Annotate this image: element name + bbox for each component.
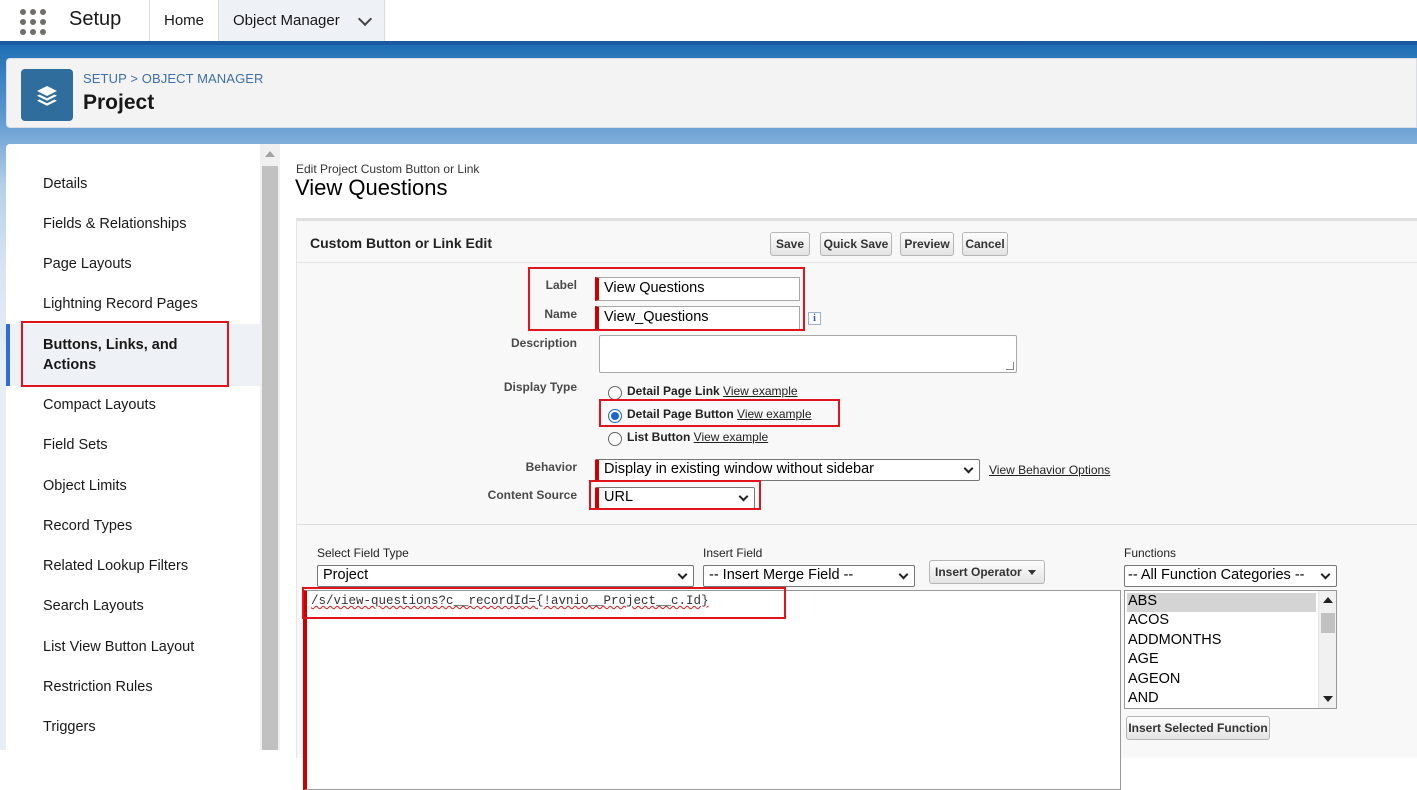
breadcrumb-separator: > [130, 71, 139, 86]
description-field-label: Description [510, 336, 577, 350]
display-type-option-detail-page-link: Detail Page Link View example [627, 384, 798, 398]
sidebar-item-page-layouts[interactable]: Page Layouts [43, 256, 132, 272]
field-type-value: Project [323, 567, 369, 583]
highlight-box-content-source [589, 480, 761, 510]
tab-home[interactable]: Home [150, 0, 218, 41]
active-item-indicator [6, 324, 10, 386]
caret-down-icon [1028, 570, 1036, 575]
behavior-select[interactable]: Display in existing window without sideb… [595, 459, 980, 481]
function-category-select[interactable]: -- All Function Categories -- [1124, 565, 1337, 587]
behavior-label: Behavior [525, 460, 577, 474]
app-name: Setup [69, 8, 122, 30]
object-sidebar: Details Fields & Relationships Page Layo… [6, 144, 260, 750]
global-header: Setup Home Object Manager [0, 0, 1417, 42]
view-example-link[interactable]: View example [694, 430, 768, 444]
sidebar-item-record-types[interactable]: Record Types [43, 518, 132, 534]
view-behavior-options-link[interactable]: View Behavior Options [989, 463, 1110, 477]
insert-operator-button[interactable]: Insert Operator [929, 560, 1045, 584]
functions-listbox[interactable]: ABS ACOS ADDMONTHS AGE AGEON AND [1124, 590, 1337, 709]
sidebar-item-object-limits[interactable]: Object Limits [43, 478, 127, 494]
tab-object-manager[interactable]: Object Manager [218, 0, 385, 41]
behavior-value: Display in existing window without sideb… [604, 461, 874, 477]
sidebar-item-restriction-rules[interactable]: Restriction Rules [43, 679, 153, 695]
function-option-addmonths[interactable]: ADDMONTHS [1127, 632, 1316, 651]
record-title: View Questions [295, 175, 448, 200]
breadcrumb-object-manager[interactable]: OBJECT MANAGER [142, 71, 264, 86]
formula-editor[interactable]: /s/view-questions?c__recordId={!avnio__P… [303, 590, 1121, 790]
chevron-down-icon [898, 569, 909, 580]
cancel-button[interactable]: Cancel [962, 232, 1008, 256]
option-label: List Button [627, 430, 691, 444]
section-divider [297, 524, 1417, 525]
function-option-ageon[interactable]: AGEON [1127, 671, 1316, 690]
insert-field-label: Insert Field [703, 546, 763, 560]
scroll-down-arrow-icon[interactable] [1323, 696, 1333, 702]
highlight-box-display-type [599, 399, 840, 427]
display-type-option-list-button: List Button View example [627, 430, 768, 444]
page-title: Project [83, 91, 155, 114]
view-example-link[interactable]: View example [723, 384, 797, 398]
save-button[interactable]: Save [770, 232, 810, 256]
sidebar-item-list-view-button-layout[interactable]: List View Button Layout [43, 639, 194, 655]
chevron-down-icon [963, 463, 974, 474]
sidebar-item-search-layouts[interactable]: Search Layouts [43, 598, 144, 614]
function-category-value: -- All Function Categories -- [1128, 567, 1305, 583]
insert-operator-label: Insert Operator [935, 565, 1022, 579]
panel-title: Custom Button or Link Edit [310, 235, 492, 251]
preview-button[interactable]: Preview [900, 232, 954, 256]
scroll-up-arrow-icon[interactable] [1323, 597, 1333, 603]
display-type-label: Display Type [503, 380, 577, 394]
breadcrumb: SETUP > OBJECT MANAGER [83, 71, 264, 86]
sidebar-item-lightning-record-pages[interactable]: Lightning Record Pages [43, 296, 198, 312]
function-option-and[interactable]: AND [1127, 690, 1316, 708]
resize-handle-icon[interactable] [1006, 362, 1014, 370]
panel-divider [297, 262, 1417, 263]
object-layers-icon [21, 69, 73, 121]
option-label: Detail Page Link [627, 384, 720, 398]
breadcrumb-setup[interactable]: SETUP [83, 71, 127, 86]
description-textarea[interactable] [599, 335, 1017, 373]
sidebar-scrollbar[interactable] [260, 144, 280, 750]
main-content: Edit Project Custom Button or Link View … [280, 144, 1417, 790]
listbox-scrollbar[interactable] [1318, 591, 1336, 708]
tab-object-manager-label: Object Manager [233, 12, 340, 29]
function-option-acos[interactable]: ACOS [1127, 612, 1316, 631]
sidebar-item-fields-relationships[interactable]: Fields & Relationships [43, 216, 186, 232]
edit-panel: Custom Button or Link Edit Save Quick Sa… [296, 218, 1417, 790]
radio-detail-page-link[interactable] [608, 386, 622, 400]
highlight-box-sidebar-item [21, 321, 229, 387]
page-subtitle: Edit Project Custom Button or Link [296, 162, 480, 176]
functions-label: Functions [1124, 546, 1177, 560]
app-launcher-icon[interactable] [19, 8, 46, 35]
radio-list-button[interactable] [608, 432, 622, 446]
chevron-down-icon [1320, 569, 1331, 580]
info-icon[interactable]: i [808, 312, 821, 325]
quick-save-button[interactable]: Quick Save [820, 232, 892, 256]
chevron-down-icon[interactable] [357, 11, 373, 27]
select-field-type-label: Select Field Type [317, 546, 409, 560]
insert-field-value: -- Insert Merge Field -- [709, 567, 854, 583]
object-header: SETUP > OBJECT MANAGER Project [6, 58, 1417, 128]
chevron-down-icon [677, 569, 688, 580]
insert-selected-function-button[interactable]: Insert Selected Function [1126, 716, 1270, 740]
content-source-label: Content Source [487, 488, 577, 502]
sidebar-item-compact-layouts[interactable]: Compact Layouts [43, 397, 156, 413]
sidebar-item-triggers[interactable]: Triggers [43, 719, 96, 735]
scrollbar-thumb[interactable] [1321, 613, 1335, 633]
sidebar-item-details[interactable]: Details [43, 176, 87, 192]
scroll-up-arrow-icon[interactable] [265, 151, 275, 157]
insert-field-select[interactable]: -- Insert Merge Field -- [703, 565, 915, 587]
sidebar-item-field-sets[interactable]: Field Sets [43, 437, 107, 453]
field-type-select[interactable]: Project [317, 565, 694, 587]
function-option-age[interactable]: AGE [1127, 651, 1316, 670]
scrollbar-thumb[interactable] [262, 166, 278, 750]
highlight-box-formula [302, 587, 786, 619]
highlight-box-label-name [528, 267, 805, 331]
sidebar-item-related-lookup-filters[interactable]: Related Lookup Filters [43, 558, 188, 574]
function-option-abs[interactable]: ABS [1127, 593, 1316, 612]
